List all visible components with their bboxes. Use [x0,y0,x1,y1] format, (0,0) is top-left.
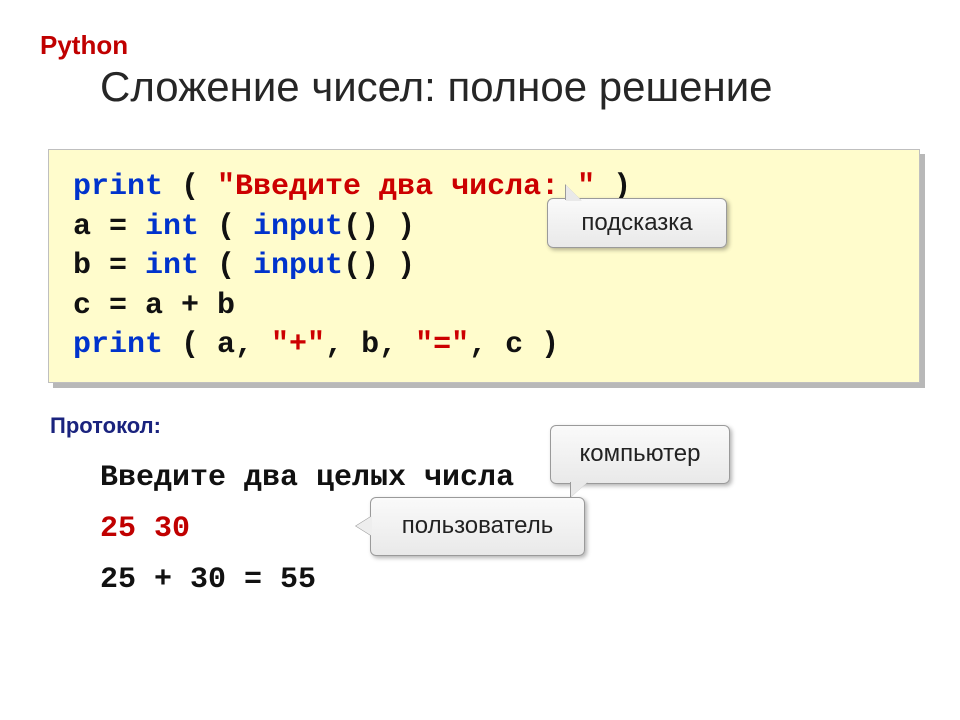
string-literal: "Введите два числа: " [217,170,595,204]
callout-tail-icon [566,185,582,201]
callout-hint: подсказка [547,198,727,248]
callout-user: пользователь [370,497,585,556]
code-line-4: c = a + b [73,287,895,327]
callout-tail-icon [356,516,372,536]
callout-user-text: пользователь [402,512,554,539]
code-line-3: b = int ( input() ) [73,247,895,287]
language-label: Python [40,30,920,61]
protocol-output: компьютер Введите два целых числа 25 30 … [100,453,920,606]
code-line-5: print ( a, "+", b, "=", c ) [73,326,895,366]
callout-computer-text: компьютер [579,440,700,467]
slide: Python Сложение чисел: полное решение pr… [0,0,960,720]
code-line-2: a = int ( input() ) [73,208,895,248]
callout-tail-icon [571,481,589,497]
protocol-line-3: 25 + 30 = 55 [100,555,920,606]
callout-computer: компьютер [550,425,730,484]
code-block: print ( "Введите два числа: " ) a = int … [48,149,920,383]
page-title: Сложение чисел: полное решение [100,63,920,111]
code-line-1: print ( "Введите два числа: " ) [73,168,895,208]
callout-hint-text: подсказка [581,209,692,236]
keyword-print: print [73,170,163,204]
protocol-label: Протокол: [50,413,920,439]
